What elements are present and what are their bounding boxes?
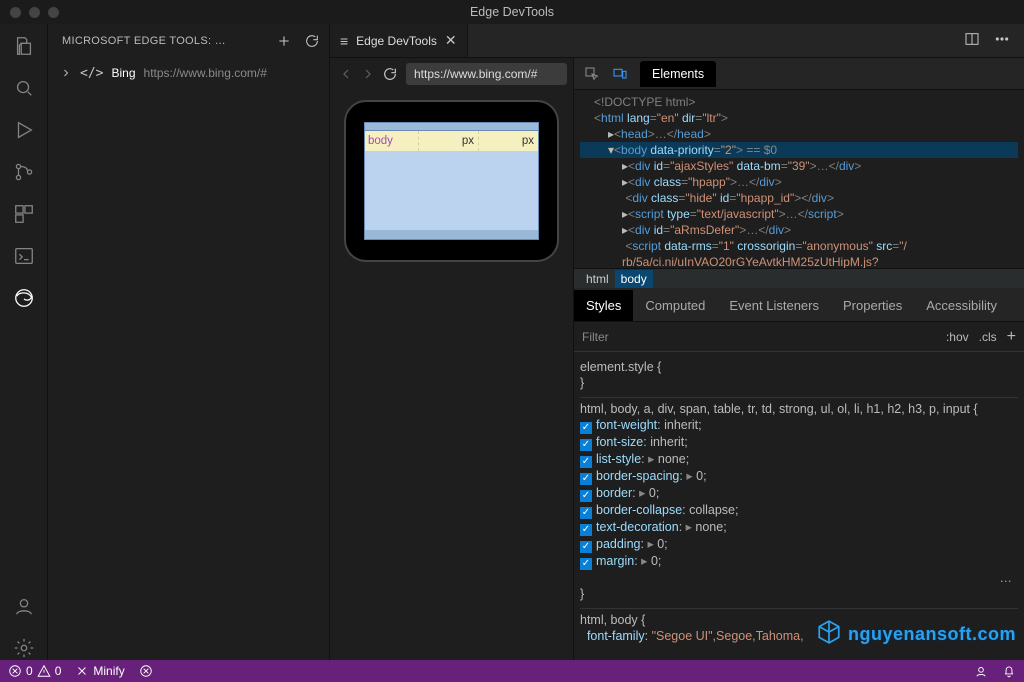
code-icon: </> [80, 66, 103, 81]
dom-tree[interactable]: <!DOCTYPE html> <html lang="en" dir="ltr… [574, 90, 1024, 268]
terminal-icon[interactable] [12, 244, 36, 268]
inspect-overlay: body px px [365, 131, 538, 151]
tab-event-listeners[interactable]: Event Listeners [717, 290, 831, 321]
tab-styles[interactable]: Styles [574, 290, 633, 321]
rule-element-style: element.style { [580, 359, 1018, 375]
sidebar: MICROSOFT EDGE TOOLS: … </> Bing https:/… [48, 24, 330, 660]
tab-accessibility[interactable]: Accessibility [914, 290, 1009, 321]
preview-navbar: https://www.bing.com/# [330, 58, 573, 90]
overlay-width: px [419, 131, 479, 151]
status-bell-icon[interactable] [1002, 664, 1016, 678]
status-minify[interactable]: Minify [75, 664, 124, 678]
overlay-height: px [479, 131, 538, 151]
more-dots[interactable]: … [580, 570, 1018, 586]
split-editor-icon[interactable] [964, 31, 980, 50]
tab-close-icon[interactable]: ✕ [445, 32, 457, 49]
styles-rules[interactable]: element.style { } html, body, a, div, sp… [574, 352, 1024, 660]
add-tab-icon[interactable] [275, 32, 293, 50]
screencast-preview: https://www.bing.com/# body px px [330, 58, 574, 660]
titlebar: Edge DevTools [0, 0, 1024, 24]
styles-filter-bar: Filter :hov .cls + [574, 322, 1024, 352]
tab-label: Edge DevTools [356, 34, 437, 48]
more-actions-icon[interactable] [994, 31, 1010, 50]
target-row-bing[interactable]: </> Bing https://www.bing.com/# [60, 62, 321, 84]
editor-tabbar: ≡ Edge DevTools ✕ [330, 24, 1024, 58]
window-controls [10, 7, 59, 18]
zoom-dot[interactable] [48, 7, 59, 18]
status-problems[interactable]: 0 0 [8, 664, 61, 678]
sidebar-header: MICROSOFT EDGE TOOLS: … [48, 24, 329, 58]
activity-bar [0, 24, 48, 660]
window-title: Edge DevTools [470, 5, 554, 19]
devtools-panel: Elements <!DOCTYPE html> <html lang="en"… [574, 58, 1024, 660]
target-name: Bing [111, 66, 135, 80]
breadcrumb-body[interactable]: body [615, 270, 653, 288]
tab-computed[interactable]: Computed [633, 290, 717, 321]
target-url: https://www.bing.com/# [144, 66, 267, 80]
styles-pane: Styles Computed Event Listeners Properti… [574, 288, 1024, 660]
close-dot[interactable] [10, 7, 21, 18]
status-bar: 0 0 Minify [0, 660, 1024, 682]
tab-edge-devtools[interactable]: ≡ Edge DevTools ✕ [330, 24, 468, 57]
styles-tabs: Styles Computed Event Listeners Properti… [574, 288, 1024, 322]
sidebar-header-label: MICROSOFT EDGE TOOLS: … [62, 35, 265, 47]
tab-properties[interactable]: Properties [831, 290, 914, 321]
overlay-tag: body [365, 131, 419, 151]
extensions-icon[interactable] [12, 202, 36, 226]
editor-actions [950, 31, 1024, 50]
cls-toggle[interactable]: .cls [979, 330, 997, 344]
screencast-viewport[interactable]: body px px [364, 122, 539, 240]
device-frame: body px px [344, 100, 559, 262]
search-icon[interactable] [12, 76, 36, 100]
nav-reload-button[interactable] [380, 64, 400, 84]
hov-toggle[interactable]: :hov [946, 330, 969, 344]
refresh-icon[interactable] [303, 32, 321, 50]
source-control-icon[interactable] [12, 160, 36, 184]
minimize-dot[interactable] [29, 7, 40, 18]
rule-html-body: html, body { [580, 612, 1018, 628]
edge-tools-icon[interactable] [12, 286, 36, 310]
error-count: 0 [26, 664, 33, 678]
tab-list-icon: ≡ [340, 33, 348, 49]
new-style-rule-icon[interactable]: + [1007, 328, 1016, 346]
status-feedback-icon[interactable] [974, 664, 988, 678]
address-bar[interactable]: https://www.bing.com/# [406, 63, 567, 85]
explorer-icon[interactable] [12, 34, 36, 58]
rule-reset-selector: html, body, a, div, span, table, tr, td,… [580, 401, 1018, 417]
devtools-toolbar: Elements [574, 58, 1024, 90]
elements-tab[interactable]: Elements [640, 61, 716, 87]
inspect-element-icon[interactable] [580, 62, 604, 86]
doctype-line: <!DOCTYPE html> [594, 95, 695, 109]
warning-count: 0 [55, 664, 62, 678]
chevron-right-icon [60, 67, 72, 79]
status-prettier-icon[interactable] [139, 664, 153, 678]
nav-back-button[interactable] [336, 64, 356, 84]
editor-group: ≡ Edge DevTools ✕ https://w [330, 24, 1024, 660]
targets-tree: </> Bing https://www.bing.com/# [48, 58, 329, 84]
run-debug-icon[interactable] [12, 118, 36, 142]
settings-gear-icon[interactable] [12, 636, 36, 660]
dom-selected-body[interactable]: ▾<body data-priority="2"> == $0 [580, 142, 1018, 158]
breadcrumb-html[interactable]: html [580, 270, 615, 288]
dom-breadcrumb: html body [574, 268, 1024, 288]
styles-filter-input[interactable]: Filter [582, 330, 936, 344]
nav-forward-button[interactable] [358, 64, 378, 84]
device-toggle-icon[interactable] [608, 62, 632, 86]
account-icon[interactable] [12, 594, 36, 618]
